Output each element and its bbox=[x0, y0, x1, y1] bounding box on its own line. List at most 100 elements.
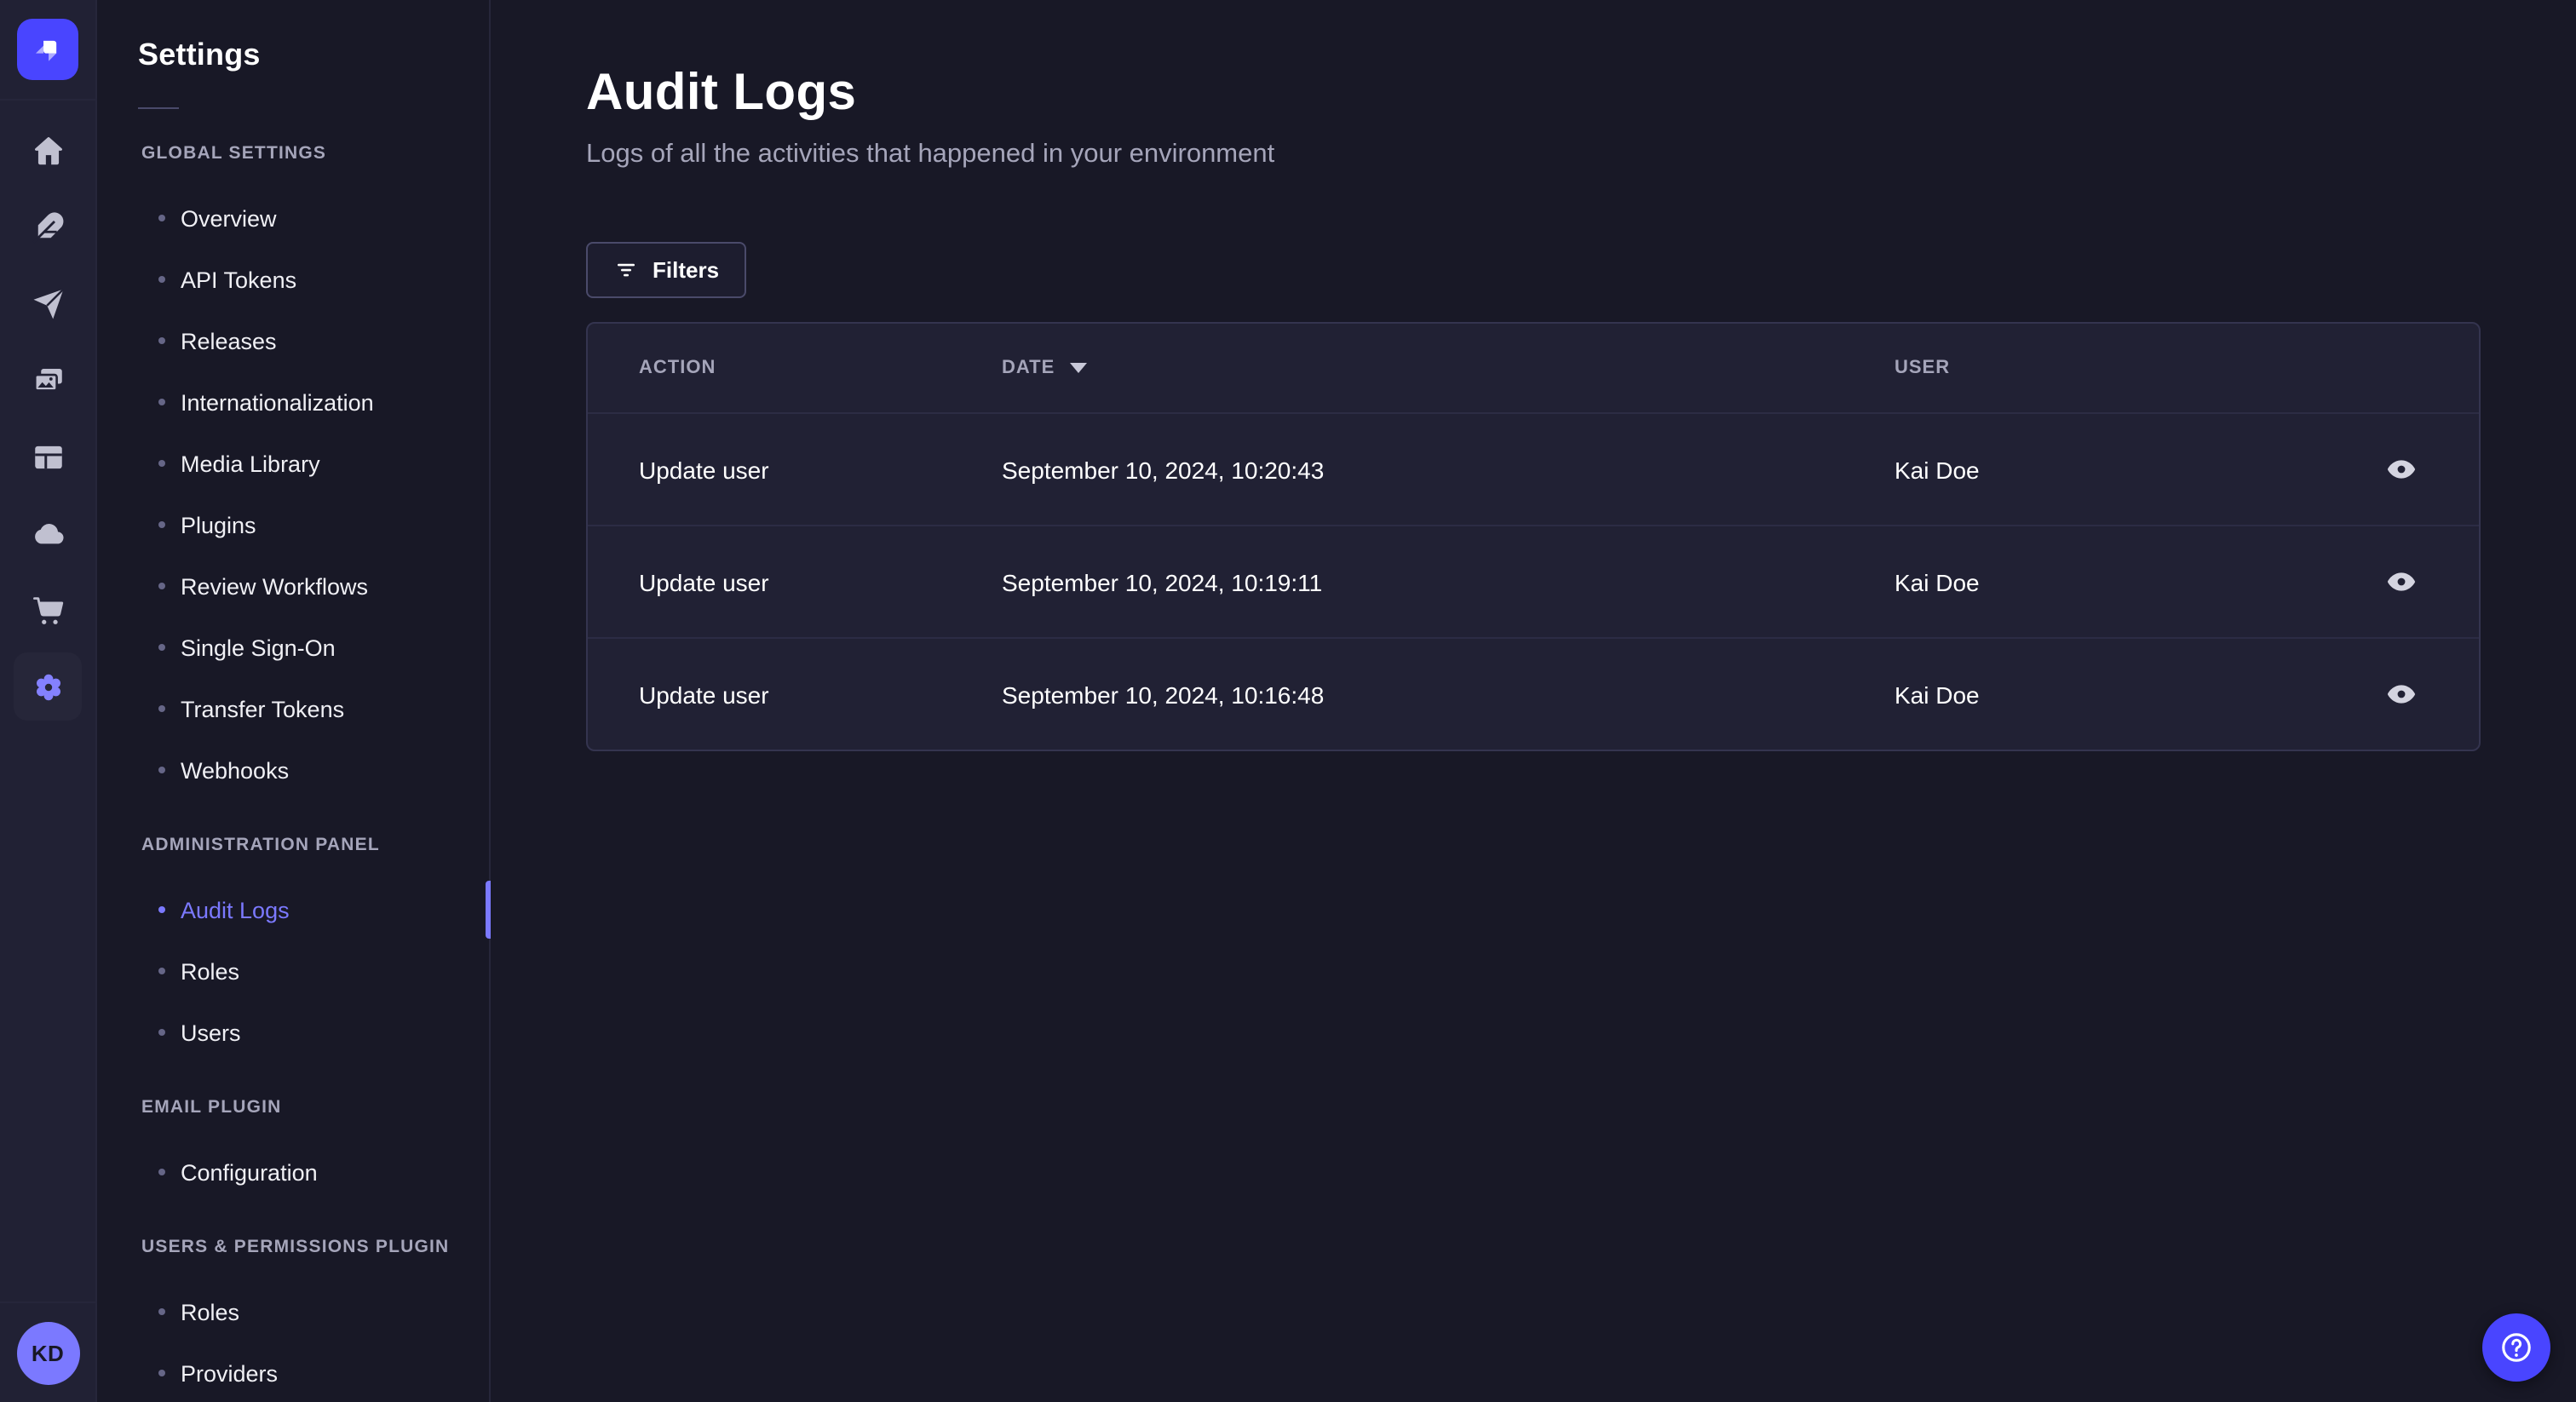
subnav-item-media-library[interactable]: Media Library bbox=[97, 433, 489, 494]
nav-gear-button[interactable] bbox=[14, 652, 82, 721]
column-header-user: USER bbox=[1895, 358, 2373, 378]
nav-home-button[interactable] bbox=[14, 116, 82, 184]
bullet-dot bbox=[158, 1308, 165, 1315]
subnav-item-label: Plugins bbox=[181, 512, 256, 537]
subnav-item-providers[interactable]: Providers bbox=[97, 1342, 489, 1402]
sort-desc-icon bbox=[1070, 363, 1088, 373]
section-list-1: Audit Logs Roles Users bbox=[97, 879, 491, 1063]
subnav-title-divider bbox=[138, 107, 179, 109]
subnav-item-webhooks[interactable]: Webhooks bbox=[97, 739, 489, 801]
subnav-item-review-workflows[interactable]: Review Workflows bbox=[97, 555, 489, 617]
layout-icon bbox=[30, 439, 66, 474]
subnav-item-label: Releases bbox=[181, 328, 277, 353]
subnav-item-audit-logs[interactable]: Audit Logs bbox=[97, 879, 491, 940]
pictures-icon bbox=[30, 362, 66, 398]
subnav-item-label: Roles bbox=[181, 1299, 240, 1324]
mainnav-icons bbox=[0, 101, 95, 1301]
subnav-item-roles[interactable]: Roles bbox=[97, 940, 489, 1002]
table-body: Update user September 10, 2024, 10:20:43 K… bbox=[588, 412, 2479, 750]
subnav-item-label: Users bbox=[181, 1020, 241, 1045]
view-log-button[interactable] bbox=[2373, 667, 2428, 721]
nav-pictures-button[interactable] bbox=[14, 346, 82, 414]
subnav-sections: GLOBAL SETTINGS Overview API Tokens Release… bbox=[97, 143, 491, 1402]
subnav-item-label: Providers bbox=[181, 1360, 279, 1386]
avatar[interactable]: KD bbox=[16, 1321, 79, 1384]
gear-icon bbox=[30, 669, 66, 704]
cell-user: Kai Doe bbox=[1895, 568, 1980, 595]
bullet-dot bbox=[158, 215, 165, 221]
page-subtitle: Logs of all the activities that happened… bbox=[586, 140, 1275, 169]
audit-logs-table: ACTION DATE USER Update user September 10, … bbox=[586, 322, 2481, 751]
subnav-item-label: Single Sign-On bbox=[181, 635, 336, 660]
cart-icon bbox=[30, 592, 66, 628]
table-header-row: ACTION DATE USER bbox=[588, 324, 2479, 412]
bullet-dot bbox=[158, 906, 165, 913]
subnav-item-label: Transfer Tokens bbox=[181, 696, 345, 721]
mainnav-footer: KD bbox=[0, 1301, 95, 1402]
bullet-dot bbox=[158, 460, 165, 467]
bullet-dot bbox=[158, 521, 165, 528]
filters-button[interactable]: Filters bbox=[586, 242, 747, 298]
nav-cloud-button[interactable] bbox=[14, 499, 82, 567]
cell-date: September 10, 2024, 10:16:48 bbox=[1002, 681, 1325, 708]
strapi-logo-icon bbox=[29, 31, 66, 68]
nav-paper-plane-button[interactable] bbox=[14, 269, 82, 337]
subnav-item-label: Media Library bbox=[181, 451, 320, 476]
subnav-item-overview[interactable]: Overview bbox=[97, 187, 489, 249]
subnav-item-plugins[interactable]: Plugins bbox=[97, 494, 489, 555]
subnav-item-api-tokens[interactable]: API Tokens bbox=[97, 249, 489, 310]
bullet-dot bbox=[158, 1029, 165, 1036]
bullet-dot bbox=[158, 705, 165, 712]
main-content: Audit Logs Logs of all the activities th… bbox=[491, 0, 2576, 1402]
section-label-users-permissions-plugin: USERS & PERMISSIONS PLUGIN bbox=[141, 1237, 450, 1257]
section-list-3: Roles Providers bbox=[97, 1281, 489, 1402]
column-header-date[interactable]: DATE bbox=[1002, 358, 1895, 378]
toolbar: Filters bbox=[586, 242, 2481, 298]
view-log-button[interactable] bbox=[2373, 554, 2428, 609]
eye-icon bbox=[2384, 678, 2417, 710]
eye-icon bbox=[2384, 453, 2417, 486]
cloud-icon bbox=[30, 515, 66, 551]
main-navigation: KD bbox=[0, 0, 97, 1402]
feather-icon bbox=[30, 209, 66, 244]
bullet-dot bbox=[158, 644, 165, 651]
eye-icon bbox=[2384, 566, 2417, 598]
cell-user: Kai Doe bbox=[1895, 456, 1980, 483]
nav-feather-button[interactable] bbox=[14, 192, 82, 261]
subnav-item-single-sign-on[interactable]: Single Sign-On bbox=[97, 617, 489, 678]
table-row[interactable]: Update user September 10, 2024, 10:20:43 K… bbox=[588, 412, 2479, 525]
table-row[interactable]: Update user September 10, 2024, 10:19:11 K… bbox=[588, 525, 2479, 637]
column-header-label: ACTION bbox=[639, 358, 716, 378]
filters-button-label: Filters bbox=[653, 257, 720, 283]
subnav-title: Settings bbox=[138, 37, 261, 72]
page-title: Audit Logs bbox=[586, 65, 857, 121]
cell-action: Update user bbox=[639, 681, 769, 708]
subnav-item-label: Internationalization bbox=[181, 389, 374, 415]
subnav-item-label: Configuration bbox=[181, 1159, 318, 1185]
bullet-dot bbox=[158, 1169, 165, 1175]
help-button[interactable] bbox=[2482, 1313, 2550, 1382]
table-row[interactable]: Update user September 10, 2024, 10:16:48 K… bbox=[588, 637, 2479, 750]
subnav-item-releases[interactable]: Releases bbox=[97, 310, 489, 371]
subnav-item-transfer-tokens[interactable]: Transfer Tokens bbox=[97, 678, 489, 739]
subnav-item-label: Webhooks bbox=[181, 757, 290, 783]
view-log-button[interactable] bbox=[2373, 442, 2428, 497]
bullet-dot bbox=[158, 968, 165, 974]
nav-cart-button[interactable] bbox=[14, 576, 82, 644]
nav-layout-button[interactable] bbox=[14, 422, 82, 491]
subnav-item-roles[interactable]: Roles bbox=[97, 1281, 489, 1342]
cell-user: Kai Doe bbox=[1895, 681, 1980, 708]
settings-subnav: Settings GLOBAL SETTINGS Overview API Toke… bbox=[97, 0, 491, 1402]
subnav-item-users[interactable]: Users bbox=[97, 1002, 489, 1063]
question-mark-icon bbox=[2498, 1329, 2535, 1366]
section-list-0: Overview API Tokens Releases Internationali… bbox=[97, 187, 489, 801]
subnav-item-label: Roles bbox=[181, 958, 240, 984]
bullet-dot bbox=[158, 399, 165, 405]
subnav-item-label: API Tokens bbox=[181, 267, 297, 292]
subnav-item-internationalization[interactable]: Internationalization bbox=[97, 371, 489, 433]
strapi-logo[interactable] bbox=[17, 19, 78, 80]
bullet-dot bbox=[158, 1370, 165, 1376]
subnav-item-configuration[interactable]: Configuration bbox=[97, 1141, 489, 1203]
cell-date: September 10, 2024, 10:20:43 bbox=[1002, 456, 1325, 483]
subnav-item-label: Review Workflows bbox=[181, 573, 369, 599]
